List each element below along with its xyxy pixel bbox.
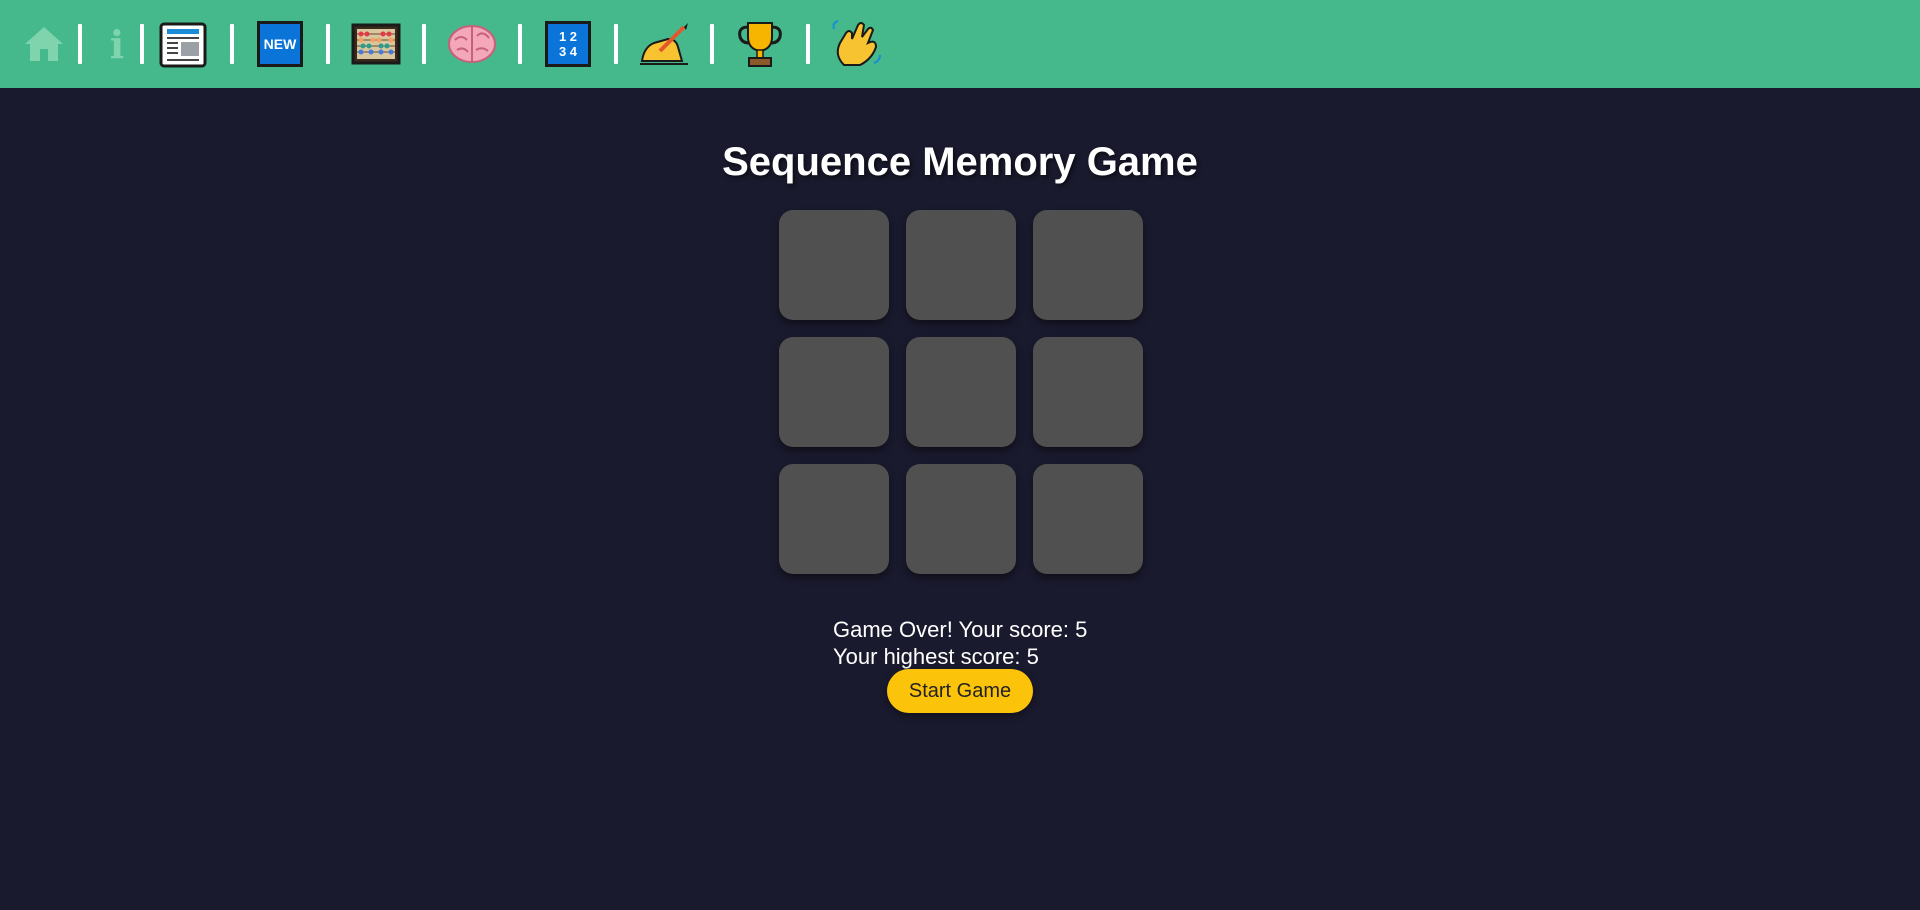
numbers-1234-icon[interactable]: 1 2 3 4 [542, 18, 594, 70]
numbers-bottom: 3 4 [558, 44, 578, 59]
memory-tile[interactable] [779, 210, 889, 320]
info-icon[interactable]: i [102, 18, 132, 70]
info-glyph: i [109, 21, 125, 67]
writing-hand-icon[interactable] [638, 18, 690, 70]
memory-tile[interactable] [1033, 337, 1143, 447]
memory-tile[interactable] [1033, 210, 1143, 320]
nav-separator [614, 24, 618, 64]
memory-tile[interactable] [779, 337, 889, 447]
home-icon[interactable] [18, 18, 70, 70]
new-badge-label: NEW [263, 36, 297, 52]
nav-separator [140, 24, 144, 64]
memory-tile[interactable] [1033, 464, 1143, 574]
memory-tile[interactable] [906, 337, 1016, 447]
trophy-icon[interactable] [734, 18, 786, 70]
memory-tile[interactable] [906, 210, 1016, 320]
nav-separator [230, 24, 234, 64]
brain-icon[interactable] [446, 18, 498, 70]
highest-score-message: Your highest score: 5 [833, 644, 1039, 669]
nav-separator [78, 24, 82, 64]
newspaper-icon[interactable] [158, 18, 210, 70]
nav-separator [806, 24, 810, 64]
top-navigation-bar: i NEW 1 2 3 4 [0, 0, 1920, 88]
new-badge-icon[interactable]: NEW [254, 18, 306, 70]
nav-separator [422, 24, 426, 64]
start-game-button[interactable]: Start Game [887, 669, 1033, 713]
game-status: Game Over! Your score: 5 Your highest sc… [833, 616, 1087, 670]
nav-separator [518, 24, 522, 64]
numbers-top: 1 2 [558, 29, 578, 44]
memory-tile[interactable] [779, 464, 889, 574]
nav-separator [710, 24, 714, 64]
abacus-icon[interactable] [350, 18, 402, 70]
nav-separator [326, 24, 330, 64]
waving-hand-icon[interactable] [830, 18, 882, 70]
memory-tile[interactable] [906, 464, 1016, 574]
game-title: Sequence Memory Game [722, 140, 1198, 184]
tile-grid [779, 210, 1143, 574]
score-message: Game Over! Your score: 5 [833, 617, 1088, 642]
